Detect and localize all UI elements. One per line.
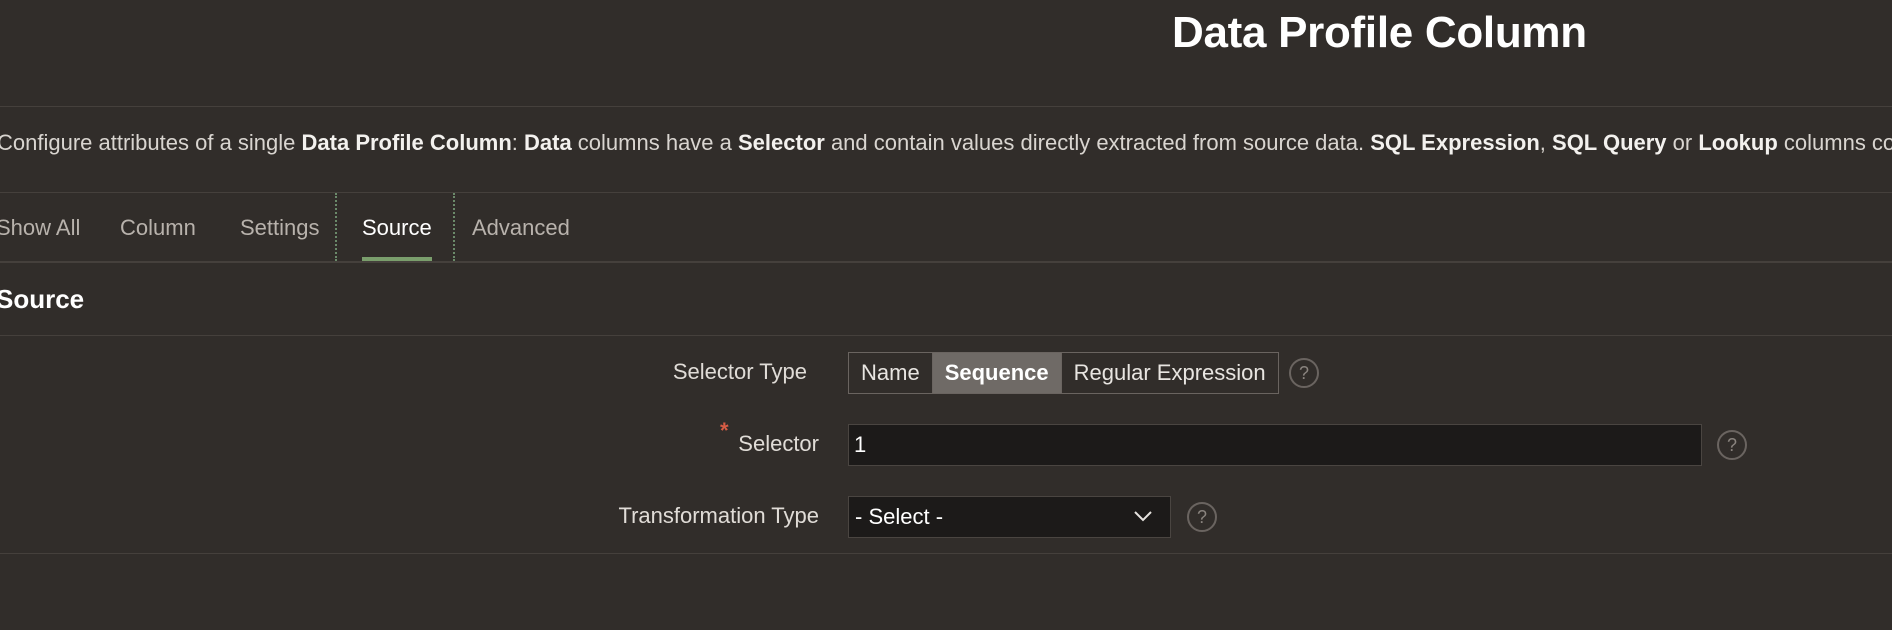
help-icon[interactable]: ? bbox=[1289, 358, 1319, 388]
selector-type-option-name[interactable]: Name bbox=[849, 353, 933, 393]
required-indicator: * bbox=[720, 418, 729, 443]
tab-focus-outline-right bbox=[453, 193, 455, 261]
description-text-bold: Data Profile Column bbox=[301, 130, 512, 155]
tab-focus-outline-left bbox=[335, 193, 337, 261]
region-divider bbox=[0, 335, 1892, 336]
transformation-type-label: Transformation Type bbox=[618, 503, 819, 528]
tab-show-all[interactable]: Show All bbox=[0, 193, 80, 259]
tab-bar: Show All Column Settings Source Advanced bbox=[0, 193, 1892, 261]
description-text: Configure attributes of a single bbox=[0, 130, 302, 155]
tab-source[interactable]: Source bbox=[362, 193, 432, 261]
chevron-down-icon bbox=[1134, 511, 1152, 522]
selector-type-option-regular-expression[interactable]: Regular Expression bbox=[1061, 353, 1278, 393]
description-text: columns have a bbox=[571, 130, 738, 155]
tab-settings[interactable]: Settings bbox=[240, 193, 320, 259]
description-text-bold: SQL Expression bbox=[1370, 130, 1540, 155]
tab-column[interactable]: Column bbox=[120, 193, 196, 259]
description-text: columns conta bbox=[1783, 130, 1892, 155]
description-text: or bbox=[1666, 130, 1699, 155]
selector-input[interactable]: 1 bbox=[848, 424, 1702, 466]
tab-advanced[interactable]: Advanced bbox=[472, 193, 570, 259]
selector-type-option-sequence[interactable]: Sequence bbox=[932, 353, 1062, 393]
page-title: Data Profile Column bbox=[1172, 8, 1587, 57]
page-description: Configure attributes of a single Data Pr… bbox=[0, 128, 1892, 158]
selector-type-label: Selector Type bbox=[672, 359, 807, 384]
region-title: Source bbox=[0, 284, 85, 314]
help-icon[interactable]: ? bbox=[1187, 502, 1217, 532]
page-header: Data Profile Column bbox=[0, 0, 1892, 107]
help-icon[interactable]: ? bbox=[1717, 430, 1747, 460]
selector-label: Selector bbox=[738, 431, 819, 456]
description-text-bold: SQL Query bbox=[1552, 130, 1667, 155]
selector-type-radio-group: Name Sequence Regular Expression bbox=[848, 352, 1279, 394]
description-text-bold: Lookup bbox=[1698, 130, 1778, 155]
page: Data Profile Column Configure attributes… bbox=[0, 0, 1892, 630]
tab-source-label: Source bbox=[362, 215, 432, 240]
description-text: , bbox=[1539, 130, 1553, 155]
description-text-bold: Selector bbox=[738, 130, 825, 155]
transformation-type-value: - Select - bbox=[855, 504, 944, 529]
description-text: and contain values directly extracted fr… bbox=[824, 130, 1371, 155]
tab-bar-divider bbox=[0, 261, 1892, 263]
divider bbox=[0, 553, 1892, 554]
description-text-bold: Data bbox=[524, 130, 572, 155]
transformation-type-select[interactable]: - Select - bbox=[848, 496, 1171, 538]
description-text: : bbox=[511, 130, 524, 155]
